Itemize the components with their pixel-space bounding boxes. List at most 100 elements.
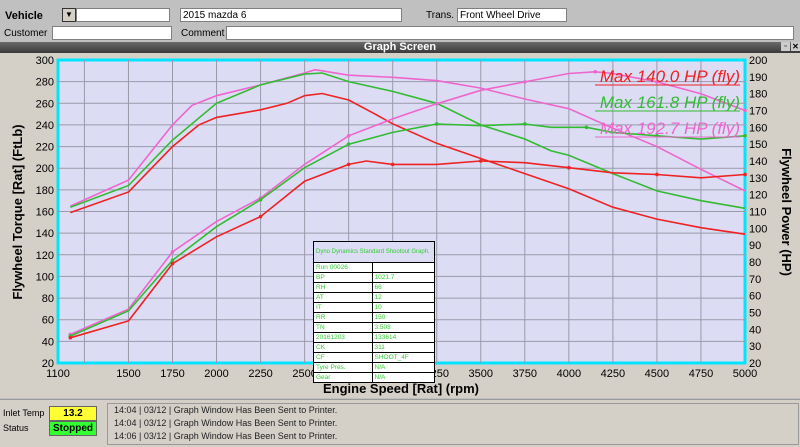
x-tick-label: 4500 bbox=[645, 368, 669, 380]
y2-tick-label: 180 bbox=[749, 89, 767, 101]
power-data-point bbox=[743, 172, 747, 177]
info-table-row: 20161203 133614 bbox=[313, 332, 435, 343]
status-label: Status bbox=[3, 423, 29, 433]
y-tick-label: 40 bbox=[42, 336, 54, 348]
y2-tick-label: 70 bbox=[749, 274, 761, 286]
y-tick-label: 120 bbox=[36, 250, 54, 262]
power-data-point bbox=[346, 133, 351, 138]
info-value: SHOOT_4F bbox=[371, 352, 435, 363]
info-key: Tyre Pres. bbox=[313, 362, 373, 373]
y2-axis-label: Flywheel Power (HP) bbox=[779, 148, 794, 276]
y2-tick-label: 190 bbox=[749, 72, 767, 84]
legend-entry: Max 192.7 HP (fly) bbox=[600, 119, 740, 138]
power-data-point bbox=[434, 122, 439, 126]
y2-tick-label: 160 bbox=[749, 122, 767, 134]
info-table-row: Run 00026 bbox=[313, 262, 435, 273]
x-tick-label: 3500 bbox=[469, 368, 493, 380]
power-data-point bbox=[68, 335, 73, 340]
x-tick-label: 1100 bbox=[46, 368, 70, 380]
run-info-table: Dyno Dynamics Standard Shootout Graph. R… bbox=[313, 241, 435, 383]
y2-tick-label: 140 bbox=[749, 156, 767, 168]
info-table-row: IT 10 bbox=[313, 302, 435, 313]
info-key: CK bbox=[313, 342, 373, 353]
power-data-point bbox=[523, 122, 527, 126]
power-data-point bbox=[434, 101, 439, 106]
y-tick-label: 180 bbox=[36, 185, 54, 197]
inlet-temp-badge: 13.2 degC bbox=[49, 406, 97, 432]
power-data-point bbox=[346, 162, 351, 167]
info-table-row: CK 311 bbox=[313, 342, 435, 353]
info-key: IT bbox=[313, 302, 373, 313]
log-entry: 14:06 | 03/12 | Graph Window Has Been Se… bbox=[114, 431, 338, 441]
power-data-point bbox=[593, 69, 598, 74]
y2-tick-label: 80 bbox=[749, 257, 761, 269]
legend-entry: Max 140.0 HP (fly) bbox=[600, 67, 740, 86]
y2-tick-label: 200 bbox=[749, 55, 767, 67]
x-tick-label: 1500 bbox=[116, 368, 140, 380]
power-data-point bbox=[258, 197, 263, 202]
info-value: 66 bbox=[371, 282, 435, 293]
x-tick-label: 3750 bbox=[513, 368, 537, 380]
y-axis-label: Flywheel Torque [Rat] (FtLb) bbox=[10, 124, 25, 299]
y2-tick-label: 40 bbox=[749, 324, 761, 336]
y-tick-label: 280 bbox=[36, 77, 54, 89]
y-tick-label: 220 bbox=[36, 142, 54, 154]
y2-tick-label: 100 bbox=[749, 223, 767, 235]
log-entry: 14:04 | 03/12 | Graph Window Has Been Se… bbox=[114, 405, 338, 415]
info-table-row: RH 66 bbox=[313, 282, 435, 293]
y2-tick-label: 50 bbox=[749, 308, 761, 320]
power-data-point bbox=[584, 125, 589, 130]
y2-tick-label: 120 bbox=[749, 190, 767, 202]
x-tick-label: 1750 bbox=[160, 368, 184, 380]
y-tick-label: 300 bbox=[36, 55, 54, 67]
message-log[interactable]: 14:04 | 03/12 | Graph Window Has Been Se… bbox=[107, 403, 799, 445]
info-value: 133614 bbox=[371, 332, 435, 343]
power-data-point bbox=[523, 80, 527, 84]
power-data-point bbox=[170, 258, 175, 263]
y-tick-label: 240 bbox=[36, 120, 54, 132]
info-value: 3.508 bbox=[371, 322, 435, 333]
info-value: N/A bbox=[371, 362, 435, 373]
info-table-row: CF SHOOT_4F bbox=[313, 352, 435, 363]
y-tick-label: 160 bbox=[36, 207, 54, 219]
x-tick-label: 5000 bbox=[733, 368, 757, 380]
info-value: 311 bbox=[371, 342, 435, 353]
log-entry: 14:04 | 03/12 | Graph Window Has Been Se… bbox=[114, 418, 338, 428]
y2-tick-label: 130 bbox=[749, 173, 767, 185]
y2-tick-label: 170 bbox=[749, 106, 767, 118]
power-data-point bbox=[743, 108, 747, 113]
y2-tick-label: 30 bbox=[749, 341, 761, 353]
info-value: 10 bbox=[371, 302, 435, 313]
info-table-row: BP 1021.7 bbox=[313, 272, 435, 283]
status-badge: Stopped bbox=[49, 421, 97, 436]
legend-entry: Max 161.8 HP (fly) bbox=[600, 93, 740, 112]
y-tick-label: 200 bbox=[36, 163, 54, 175]
power-data-point bbox=[743, 133, 747, 138]
info-key: BP bbox=[313, 272, 373, 283]
x-tick-label: 2250 bbox=[248, 368, 272, 380]
power-data-point bbox=[655, 172, 659, 177]
info-key: Gear bbox=[313, 372, 373, 383]
info-key: AT bbox=[313, 292, 373, 303]
info-key: CF bbox=[313, 352, 373, 363]
info-key: RR bbox=[313, 312, 373, 323]
y-tick-label: 100 bbox=[36, 271, 54, 283]
x-tick-label: 4750 bbox=[689, 368, 713, 380]
info-table-title: Dyno Dynamics Standard Shootout Graph. bbox=[313, 241, 435, 263]
x-tick-label: 4250 bbox=[601, 368, 625, 380]
x-tick-label: 4000 bbox=[557, 368, 581, 380]
inlet-temp-label: Inlet Temp bbox=[3, 408, 45, 418]
power-data-point bbox=[478, 159, 483, 163]
y2-tick-label: 110 bbox=[749, 207, 767, 219]
info-table-row: TN 3.508 bbox=[313, 322, 435, 333]
power-data-point bbox=[170, 261, 175, 266]
info-table-row: Tyre Pres. N/A bbox=[313, 362, 435, 373]
y-tick-label: 260 bbox=[36, 98, 54, 110]
x-tick-label: 2000 bbox=[204, 368, 228, 380]
y-tick-label: 140 bbox=[36, 228, 54, 240]
info-value: 12 bbox=[371, 292, 435, 303]
y-tick-label: 60 bbox=[42, 315, 54, 327]
info-table-row: AT 12 bbox=[313, 292, 435, 303]
info-value: 150 bbox=[371, 312, 435, 323]
power-data-point bbox=[346, 142, 351, 146]
